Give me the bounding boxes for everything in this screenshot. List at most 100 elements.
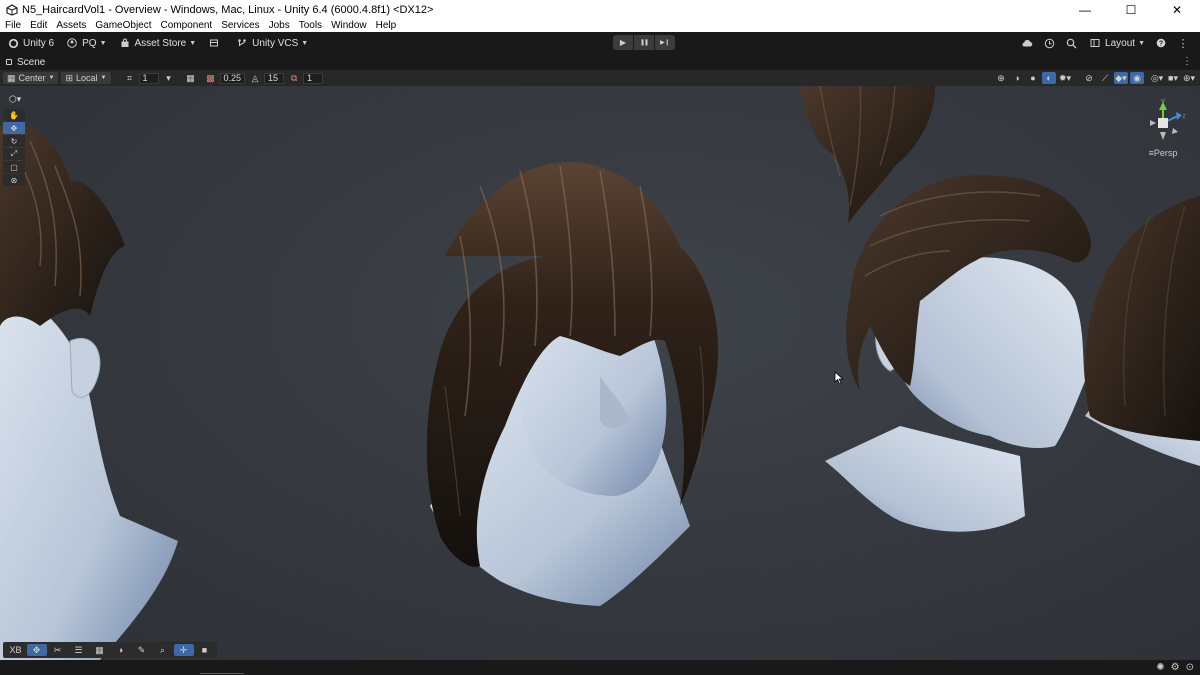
zoom-overlay-button[interactable]: ⌕ — [153, 644, 173, 656]
grid-size-icon[interactable]: ▩ — [204, 72, 218, 84]
account-dropdown[interactable]: PQ ▼ — [61, 34, 111, 52]
projection-label[interactable]: ≡Persp — [1138, 148, 1188, 158]
head-center[interactable] — [426, 162, 719, 606]
pivot-rotation-label: Local — [76, 73, 98, 83]
menu-bar: File Edit Assets GameObject Component Se… — [0, 19, 1200, 32]
head-right[interactable] — [825, 175, 1091, 532]
camera-settings-icon[interactable]: ■▾ — [1166, 72, 1180, 84]
history-button[interactable] — [1038, 34, 1060, 52]
circle-overlay-button[interactable]: ◑ — [111, 644, 131, 656]
grid-overlay-button[interactable]: ▦ — [90, 644, 110, 656]
status-bar: ✺ ⚙ ⊙ — [0, 660, 1200, 675]
more-options-button[interactable]: ⋮ — [1172, 34, 1194, 52]
list-overlay-button[interactable]: ☰ — [69, 644, 89, 656]
camera-overlay-button[interactable]: ■ — [195, 644, 215, 656]
scale-tool-button[interactable]: ⤢ — [3, 148, 25, 160]
head-far-right[interactable] — [1084, 196, 1200, 466]
gizmos-icon[interactable]: ◎▾ — [1150, 72, 1164, 84]
rotate-tool-button[interactable]: ↻ — [3, 135, 25, 147]
menu-tools[interactable]: Tools — [294, 19, 326, 32]
bug-icon[interactable]: ✺ — [1156, 662, 1164, 673]
wrench-icon: ✂ — [53, 644, 62, 655]
effects-icon[interactable]: ⟋ — [1098, 72, 1112, 84]
move-overlay-button[interactable]: ✥ — [26, 644, 47, 656]
transform-icon: ⊛ — [10, 175, 18, 185]
version-control-dropdown[interactable]: Unity VCS ▼ — [231, 34, 313, 52]
scale-snap-field[interactable]: 1 — [303, 72, 324, 84]
scene-visibility-icon[interactable]: ◉ — [1130, 72, 1144, 84]
move-tool-button[interactable]: ✥ — [3, 122, 25, 134]
tool-context-dropdown[interactable]: ⬡▾ — [3, 90, 27, 108]
render-mode-icon[interactable]: ⊕▾ — [1182, 72, 1196, 84]
rotate-snap-icon[interactable]: ◬ — [248, 72, 262, 84]
minimize-button[interactable]: — — [1062, 0, 1108, 19]
layout-dropdown[interactable]: Layout ▼ — [1084, 34, 1150, 52]
pivot-rotation-dropdown[interactable]: ⊞ Local ▼ — [61, 72, 111, 84]
cloud-button[interactable] — [1016, 34, 1038, 52]
transform-tool-button[interactable]: ⊛ — [3, 174, 25, 186]
tab-menu-icon[interactable]: ⋮ — [1182, 56, 1192, 67]
scale-snap-icon[interactable]: ⧉ — [287, 72, 301, 84]
rect-tool-button[interactable]: ▢ — [3, 161, 25, 173]
xb-button[interactable]: XB — [6, 644, 26, 656]
shaded-mode-icon[interactable]: ● — [1026, 72, 1040, 84]
rect-icon: ▢ — [10, 162, 18, 172]
scene-viewport[interactable]: ⬡▾ ✋ ✥ ↻ ⤢ ▢ ⊛ y z ≡Persp XB ✥ ✂ ☰ ▦ ◑ ✎… — [0, 86, 1200, 660]
menu-assets[interactable]: Assets — [51, 19, 90, 32]
menu-window[interactable]: Window — [326, 19, 371, 32]
tools-overlay-button[interactable]: ✂ — [48, 644, 68, 656]
rotate-snap-field[interactable]: 15 — [264, 72, 285, 84]
help-button[interactable]: ? — [1150, 34, 1172, 52]
head-left[interactable] — [0, 123, 178, 660]
search-button[interactable] — [1060, 34, 1082, 52]
close-button[interactable]: ✕ — [1154, 0, 1200, 19]
tools-overlay: ⬡▾ ✋ ✥ ↻ ⤢ ▢ ⊛ — [3, 90, 27, 186]
scene-view-toolbar: ▦ Center ▼ ⊞ Local ▼ ⌗ 1 ▾ ▦ ▩ 0.25 ◬ 15… — [0, 70, 1200, 86]
lit-mode-icon[interactable]: ◐ — [1042, 72, 1056, 84]
visibility-off-icon[interactable]: ⊘ — [1082, 72, 1096, 84]
main-toolbar: Unity 6 PQ ▼ Asset Store ▼ Unity VCS ▼ ▶… — [0, 32, 1200, 54]
search-icon — [1066, 38, 1076, 48]
unity-editor-window: N5_HaircardVol1 - Overview - Windows, Ma… — [0, 0, 1200, 675]
menu-jobs[interactable]: Jobs — [264, 19, 294, 32]
menu-file[interactable]: File — [0, 19, 25, 32]
tab-scene[interactable]: Scene — [0, 54, 53, 70]
check-icon[interactable]: ⊙ — [1186, 662, 1194, 673]
pause-button[interactable]: ❚❚ — [634, 35, 654, 50]
pivot-mode-label: Center — [18, 73, 46, 83]
help-icon: ? — [1156, 38, 1166, 48]
increment-snap-field[interactable]: 1 — [138, 72, 159, 84]
step-button[interactable]: ▶❙ — [655, 35, 675, 50]
transform-overlay-button[interactable]: ✛ — [173, 644, 194, 656]
lighting-toggle-icon[interactable]: ✹▾ — [1058, 72, 1072, 84]
settings-icon[interactable]: ⚙ — [1171, 662, 1180, 673]
magnifier-icon: ⌕ — [159, 644, 166, 655]
layers-icon[interactable]: ◆▾ — [1114, 72, 1128, 84]
chevron-down-icon: ▼ — [1138, 39, 1145, 47]
chevron-down-icon: ▼ — [99, 39, 107, 47]
asset-store-dropdown[interactable]: Asset Store ▼ — [114, 34, 202, 52]
grid-size-field[interactable]: 0.25 — [219, 72, 246, 84]
asset-store-label: Asset Store — [134, 37, 187, 49]
unity-account-button[interactable]: Unity 6 — [2, 34, 59, 52]
shaded-wireframe-icon[interactable]: ◑ — [1010, 72, 1024, 84]
menu-component[interactable]: Component — [156, 19, 217, 32]
pivot-icon: ▦ — [7, 72, 16, 83]
grid-visibility-icon[interactable]: ▦ — [184, 72, 198, 84]
play-button[interactable]: ▶ — [613, 35, 633, 50]
menu-gameobject[interactable]: GameObject — [90, 19, 155, 32]
menu-services[interactable]: Services — [216, 19, 263, 32]
wireframe-shading-icon[interactable]: ⊕ — [994, 72, 1008, 84]
orientation-gizmo[interactable]: y z ≡Persp — [1138, 98, 1188, 158]
play-icon: ▶ — [619, 38, 627, 47]
grid-snapping-icon[interactable]: ⌗ — [123, 72, 137, 84]
menu-edit[interactable]: Edit — [25, 19, 51, 32]
menu-help[interactable]: Help — [371, 19, 401, 32]
snap-dropdown-icon[interactable]: ▾ — [162, 72, 176, 84]
hand-tool-button[interactable]: ✋ — [3, 109, 25, 121]
maximize-button[interactable]: ☐ — [1108, 0, 1154, 19]
pivot-mode-dropdown[interactable]: ▦ Center ▼ — [3, 72, 59, 84]
package-manager-button[interactable] — [203, 34, 229, 52]
brush-overlay-button[interactable]: ✎ — [132, 644, 152, 656]
vertical-dots-icon: ⋮ — [1177, 37, 1189, 50]
